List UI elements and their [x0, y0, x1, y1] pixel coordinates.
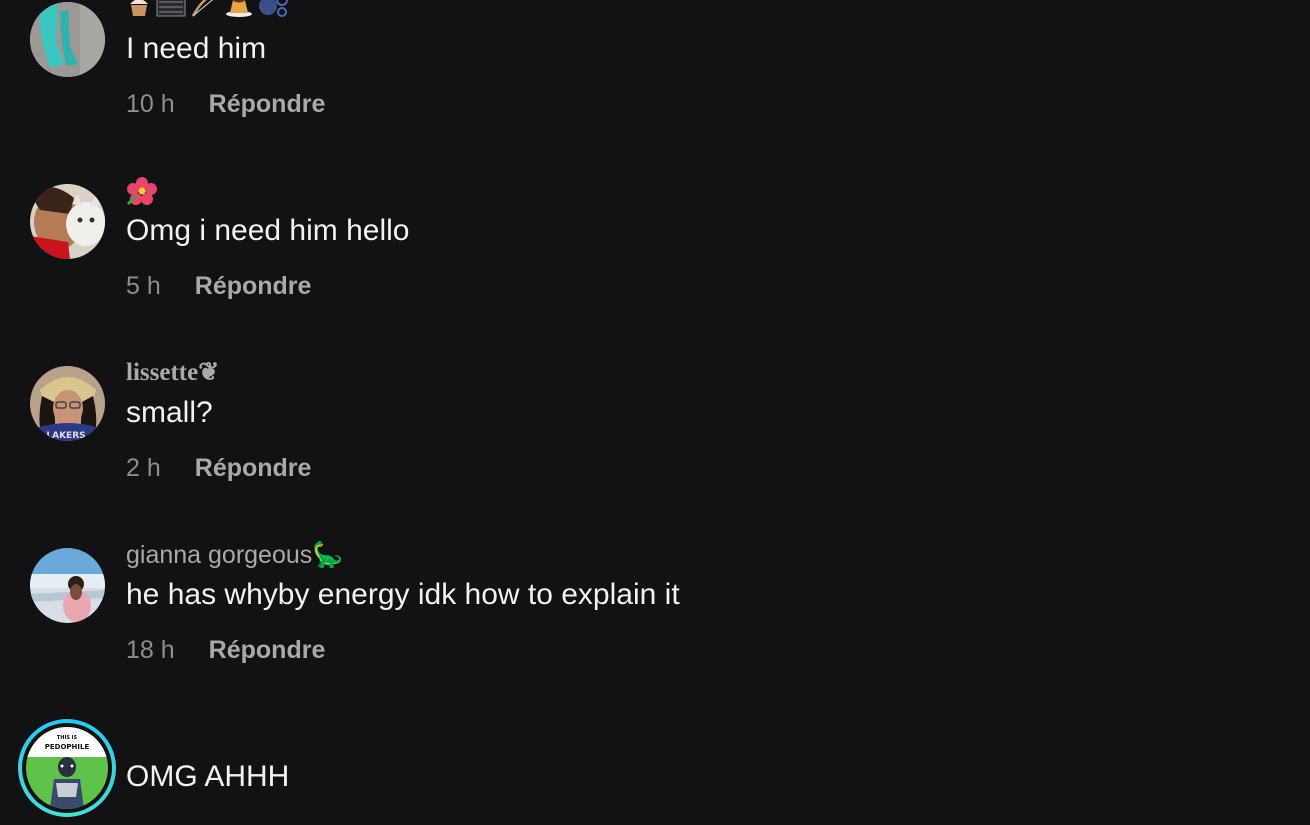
reply-button[interactable]: Répondre	[195, 271, 312, 301]
reply-button[interactable]: Répondre	[209, 635, 326, 665]
avatar-image: THIS IS PEDOPHILE	[26, 727, 108, 809]
cupcake-icon	[130, 0, 148, 16]
comment-time: 5 h	[126, 272, 161, 300]
comment-meta: 5 h Répondre	[126, 271, 311, 301]
avatar[interactable]: LAKERS	[30, 366, 105, 441]
avatar[interactable]	[30, 548, 105, 623]
comment-time: 2 h	[126, 454, 161, 482]
pudding-icon	[226, 0, 252, 17]
avatar[interactable]	[30, 2, 105, 77]
svg-text:LAKERS: LAKERS	[46, 431, 85, 441]
avatar-image	[30, 2, 105, 77]
comment-text: small?	[126, 396, 213, 429]
music-sheet-icon	[156, 0, 186, 17]
username[interactable]	[126, 176, 158, 213]
avatar-caption-line2: PEDOPHILE	[45, 743, 90, 751]
comment-meta: 10 h Répondre	[126, 89, 325, 119]
avatar-caption-line1: THIS IS	[57, 735, 78, 741]
story-ring-avatar[interactable]: THIS IS PEDOPHILE	[18, 719, 116, 817]
username[interactable]: lissette❦	[126, 358, 219, 388]
hibiscus-icon	[126, 177, 157, 206]
comment-time: 18 h	[126, 636, 175, 664]
avatar-image: LAKERS	[30, 366, 105, 441]
comment-time: 10 h	[126, 90, 175, 118]
username[interactable]	[126, 0, 288, 25]
comment-text: Omg i need him hello	[126, 214, 410, 247]
avatar-image	[30, 548, 105, 623]
comment-text: I need him	[126, 32, 267, 65]
comment-text: OMG AHHH	[126, 760, 290, 793]
username[interactable]: gianna gorgeous🦕	[126, 540, 343, 570]
reply-button[interactable]: Répondre	[209, 89, 326, 119]
avatar[interactable]	[30, 184, 105, 259]
reply-button[interactable]: Répondre	[195, 453, 312, 483]
avatar: THIS IS PEDOPHILE	[26, 727, 108, 809]
bow-icon	[191, 0, 213, 17]
comments-list: I need him 10 h Répondre Omg i need him …	[0, 0, 1310, 825]
comment-text: he has whyby energy idk how to explain i…	[126, 578, 680, 611]
bubbles-icon	[259, 0, 288, 17]
comment-meta: 18 h Répondre	[126, 635, 325, 665]
comment-meta: 2 h Répondre	[126, 453, 311, 483]
avatar-image	[30, 184, 105, 259]
